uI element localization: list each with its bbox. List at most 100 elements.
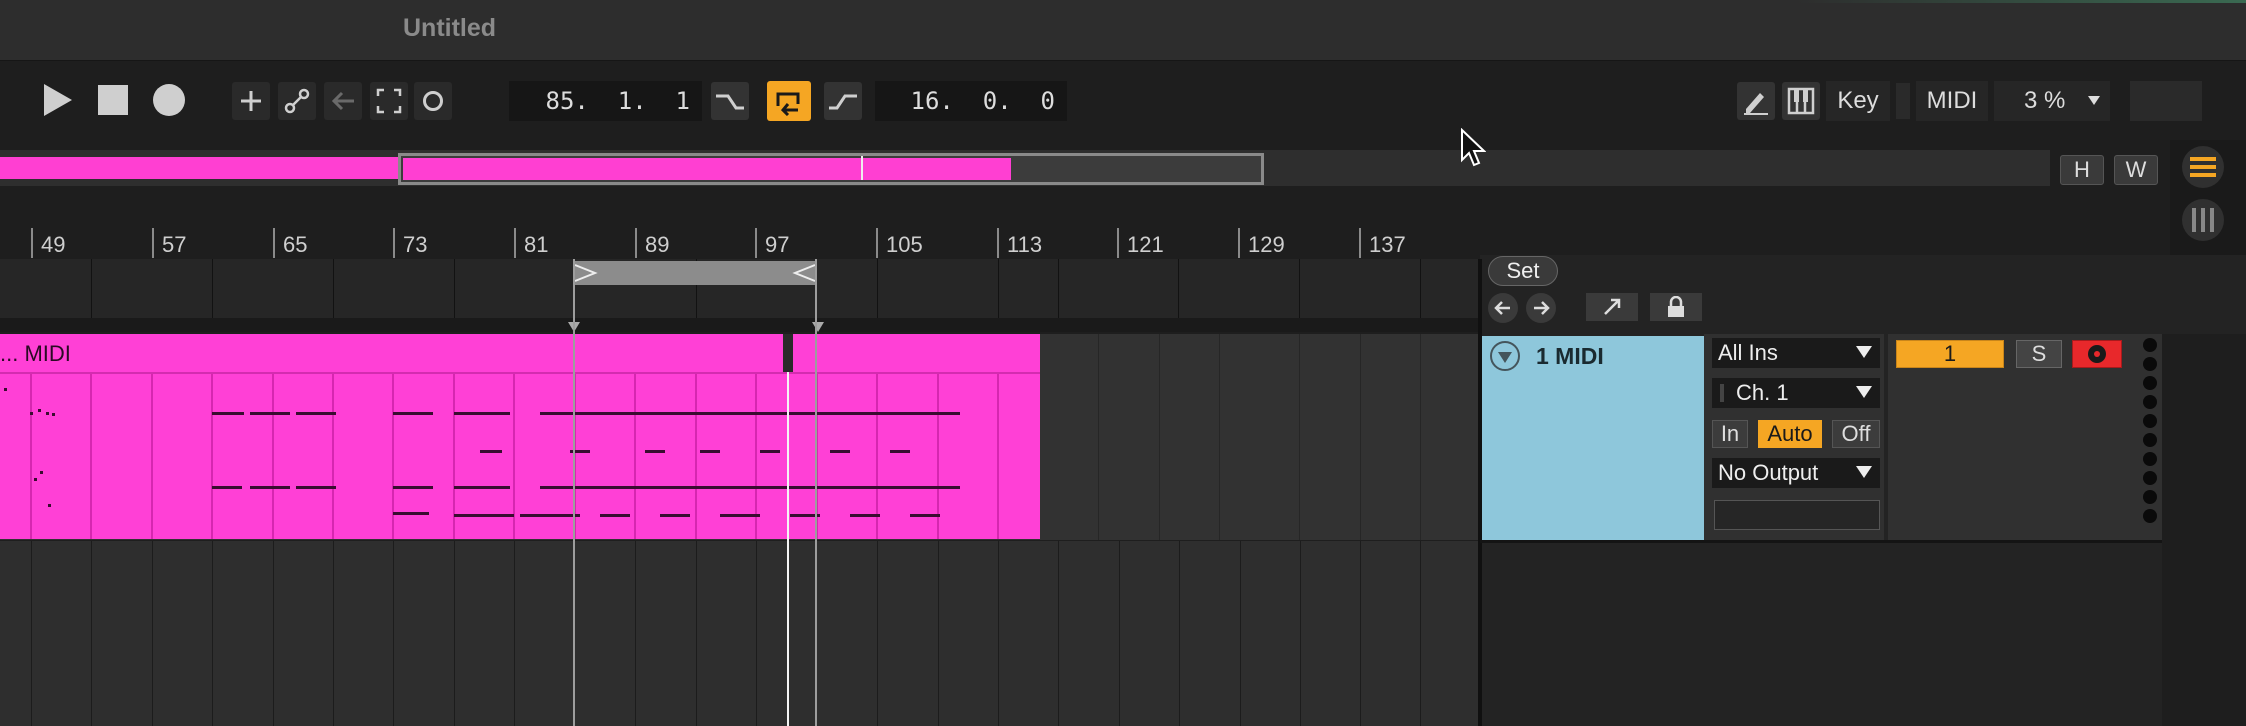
previous-locator-button[interactable] xyxy=(1488,293,1518,323)
diagonal-arrow-icon xyxy=(1604,298,1621,315)
meter-led xyxy=(2143,490,2157,504)
ruler-label: 73 xyxy=(403,232,428,257)
midi-from-dropdown[interactable]: All Ins xyxy=(1712,338,1880,368)
output-channel-field[interactable] xyxy=(1714,500,1880,530)
midi-map-button[interactable]: MIDI xyxy=(1916,81,1988,121)
loop-switch-button[interactable] xyxy=(767,81,811,121)
playhead-line xyxy=(787,334,789,726)
grid-line xyxy=(333,541,334,726)
grid-line xyxy=(1240,541,1241,726)
solo-button[interactable]: S xyxy=(2016,340,2062,368)
grid-line xyxy=(756,541,757,726)
grid-line xyxy=(1299,334,1300,540)
ruler-label: 81 xyxy=(524,232,549,257)
track-fold-button[interactable] xyxy=(1490,341,1520,371)
window-title: Untitled xyxy=(403,14,497,42)
play-icon xyxy=(44,84,72,116)
link-icon xyxy=(284,88,310,114)
stop-button[interactable] xyxy=(94,81,132,119)
grid-line xyxy=(454,259,455,319)
back-to-arrangement-button[interactable] xyxy=(324,82,362,120)
capture-button[interactable] xyxy=(370,82,408,120)
vertical-bars-icon xyxy=(2192,208,2214,232)
io-toggle-button[interactable] xyxy=(2182,199,2224,241)
punch-out-icon xyxy=(829,94,857,110)
meter-led xyxy=(2143,414,2157,428)
loop-length-field[interactable]: 16. 0. 0 xyxy=(875,81,1067,121)
ruler-tick xyxy=(997,228,999,258)
overview-clip-segment xyxy=(403,158,1011,180)
clip-name: ... MIDI xyxy=(0,341,71,366)
monitor-auto-button[interactable]: Auto xyxy=(1758,420,1822,448)
ruler-tick xyxy=(755,228,757,258)
meter-led xyxy=(2143,471,2157,485)
optimize-width-button[interactable]: W xyxy=(2114,155,2158,185)
monitor-in-button[interactable]: In xyxy=(1712,420,1748,448)
grid-line xyxy=(212,259,213,319)
grid-line xyxy=(1420,334,1421,540)
grid-line xyxy=(877,259,878,319)
grid-line xyxy=(1098,334,1099,540)
record-icon xyxy=(153,84,185,116)
loop-brace[interactable] xyxy=(573,261,817,285)
loop-icon xyxy=(776,92,800,116)
set-locator-button[interactable]: Set xyxy=(1488,256,1558,286)
ruler-tick xyxy=(514,228,516,258)
lock-icon xyxy=(1668,296,1684,317)
next-locator-button[interactable] xyxy=(1526,293,1556,323)
grid-line xyxy=(1058,541,1059,726)
ruler-label: 105 xyxy=(886,232,923,257)
control-bar-end xyxy=(2206,81,2246,121)
loop-end-marker-icon xyxy=(812,322,824,332)
arrangement-position-field[interactable]: 85. 1. 1 xyxy=(509,81,702,121)
meter-led xyxy=(2143,357,2157,371)
menu-lines-icon xyxy=(2190,157,2216,177)
add-button[interactable] xyxy=(232,82,270,120)
ruler-tick xyxy=(1359,228,1361,258)
grid-line xyxy=(1360,334,1361,540)
loop-end-line xyxy=(815,259,817,726)
loop-start-line xyxy=(573,259,575,726)
loop-locator-bar[interactable] xyxy=(0,259,1480,319)
grid-line xyxy=(333,259,334,319)
loop-record-button[interactable] xyxy=(414,82,452,120)
mixer-toggle-button[interactable] xyxy=(2182,146,2224,188)
beat-time-ruler[interactable]: 49 57 65 73 81 89 97 105 113 121 129 137 xyxy=(0,228,1480,258)
ruler-label: 49 xyxy=(41,232,66,257)
record-button[interactable] xyxy=(150,81,188,119)
circle-outline-icon xyxy=(423,91,443,111)
grid-line xyxy=(91,259,92,319)
right-edge-area xyxy=(2162,334,2246,726)
empty-arrangement-area[interactable] xyxy=(0,541,1480,726)
lock-envelopes-button[interactable] xyxy=(1650,293,1702,321)
punch-in-button[interactable] xyxy=(711,82,749,120)
grid-line xyxy=(1300,541,1301,726)
track-activator-button[interactable]: 1 xyxy=(1896,340,2004,368)
arrow-left-icon xyxy=(1494,301,1510,315)
ruler-tick xyxy=(1238,228,1240,258)
input-channel-dropdown[interactable]: Ch. 1 xyxy=(1712,378,1880,408)
play-button[interactable] xyxy=(38,81,76,119)
draw-mode-button[interactable] xyxy=(1737,82,1775,120)
meter-led xyxy=(2143,395,2157,409)
overload-indicator xyxy=(2130,81,2202,121)
midi-to-dropdown[interactable]: No Output xyxy=(1712,458,1880,488)
cpu-load-zoom-dropdown[interactable]: 3 % xyxy=(1994,81,2110,121)
ruler-tick xyxy=(273,228,275,258)
key-map-button[interactable]: Key xyxy=(1826,81,1890,121)
computer-midi-keyboard-button[interactable] xyxy=(1782,82,1820,120)
track-title-bar[interactable]: 1 MIDI xyxy=(1482,336,1704,540)
arm-record-button[interactable] xyxy=(2072,340,2122,368)
punch-in-icon xyxy=(716,94,744,110)
follow-button[interactable] xyxy=(1586,293,1638,321)
grid-line xyxy=(1420,259,1421,319)
arrangement-overview[interactable] xyxy=(0,150,2050,186)
grid-line xyxy=(998,259,999,319)
midi-clip[interactable]: ... MIDI xyxy=(0,334,1040,539)
grid-line xyxy=(938,541,939,726)
optimize-height-button[interactable]: H xyxy=(2060,155,2104,185)
link-button[interactable] xyxy=(278,82,316,120)
punch-out-button[interactable] xyxy=(824,82,862,120)
monitor-off-button[interactable]: Off xyxy=(1832,420,1880,448)
record-arm-icon xyxy=(2088,345,2106,363)
